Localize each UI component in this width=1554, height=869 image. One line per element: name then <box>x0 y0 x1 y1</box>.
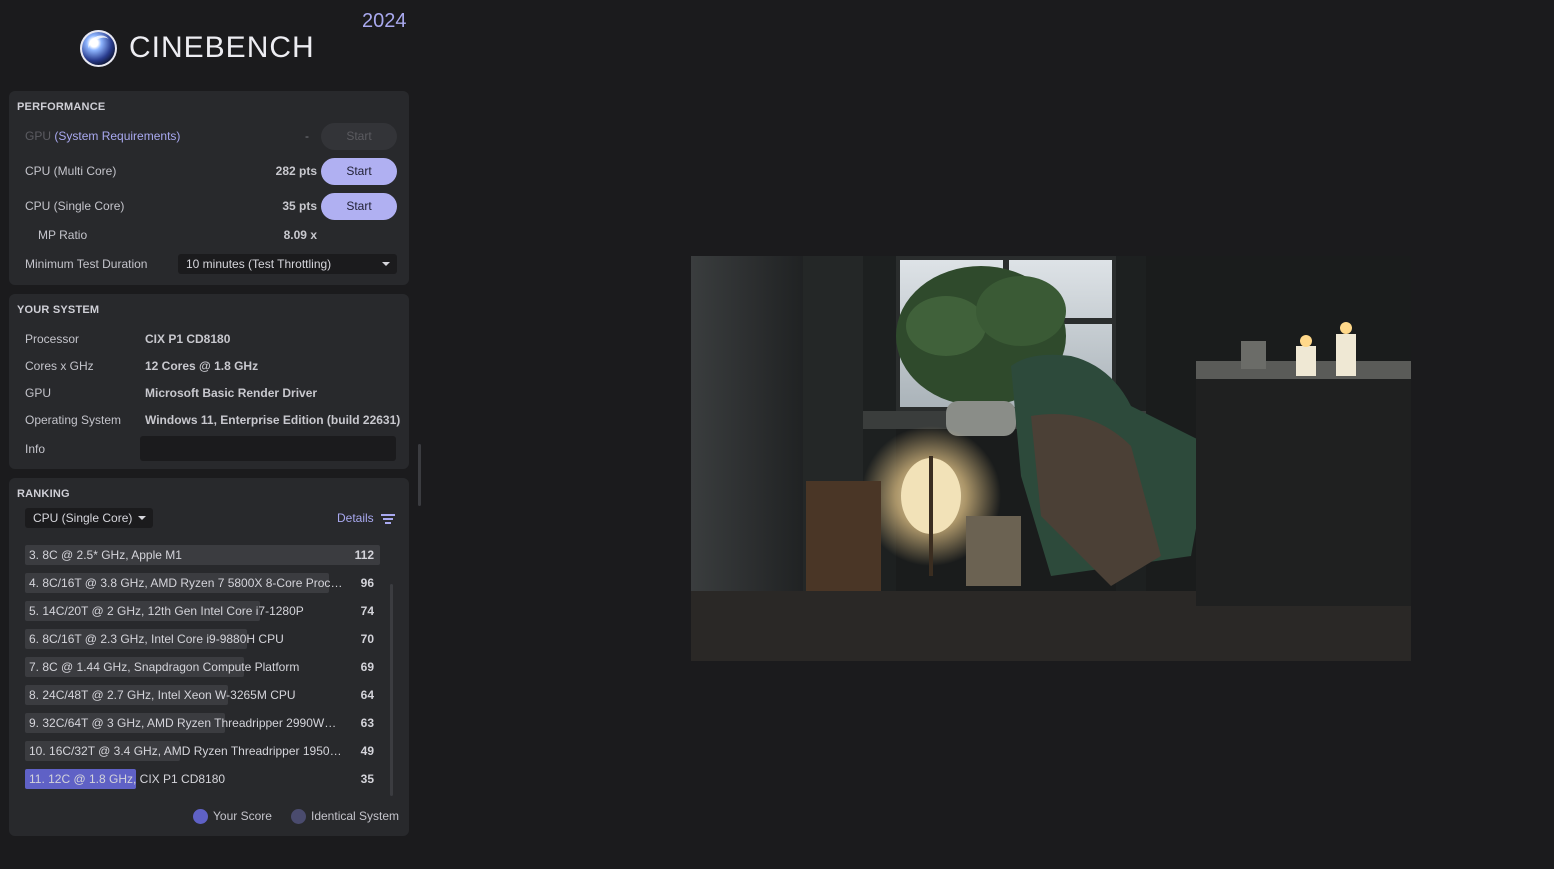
app-logo: CINEBENCH <box>80 28 315 68</box>
mp-ratio-label: MP Ratio <box>38 228 88 242</box>
ranking-row-label: 8. 24C/48T @ 2.7 GHz, Intel Xeon W-3265M… <box>29 688 296 702</box>
details-button[interactable]: Details <box>337 511 396 525</box>
sidebar-scrollbar[interactable] <box>418 444 421 506</box>
cpu-single-start-button[interactable]: Start <box>321 193 397 220</box>
ranking-row-label: 11. 12C @ 1.8 GHz, CIX P1 CD8180 <box>29 772 226 786</box>
min-duration-label: Minimum Test Duration <box>25 257 148 271</box>
ranking-row-score: 69 <box>360 660 374 674</box>
ranking-title: RANKING <box>17 488 70 500</box>
info-field[interactable] <box>140 436 396 461</box>
cores-value: 12 Cores @ 1.8 GHz <box>145 359 259 373</box>
ranking-row[interactable]: 9. 32C/64T @ 3 GHz, AMD Ryzen Threadripp… <box>25 713 382 733</box>
system-title: YOUR SYSTEM <box>17 304 100 316</box>
ranking-scrollbar[interactable] <box>390 584 393 796</box>
ranking-row-label: 5. 14C/20T @ 2 GHz, 12th Gen Intel Core … <box>29 604 304 618</box>
gpu-start-button[interactable]: Start <box>321 123 397 150</box>
render-scene <box>691 256 1411 661</box>
ranking-row[interactable]: 6. 8C/16T @ 2.3 GHz, Intel Core i9-9880H… <box>25 629 382 649</box>
min-duration-select[interactable]: 10 minutes (Test Throttling) <box>178 254 397 274</box>
ranking-row-label: 7. 8C @ 1.44 GHz, Snapdragon Compute Pla… <box>29 660 300 674</box>
gpu-label: GPU <box>25 386 52 400</box>
render-preview <box>691 256 1411 661</box>
cpu-single-label: CPU (Single Core) <box>25 199 125 213</box>
ranking-row-score: 49 <box>360 744 374 758</box>
ranking-panel: RANKING CPU (Single Core) Details 3. 8C … <box>9 478 409 836</box>
ranking-row-score: 74 <box>360 604 374 618</box>
ranking-row-label: 3. 8C @ 2.5* GHz, Apple M1 <box>29 548 182 562</box>
app-name: CINEBENCH <box>129 31 315 64</box>
chevron-down-icon <box>138 516 146 520</box>
ranking-row-score: 70 <box>360 632 374 646</box>
ranking-row[interactable]: 8. 24C/48T @ 2.7 GHz, Intel Xeon W-3265M… <box>25 685 382 705</box>
ranking-row-score: 63 <box>360 716 374 730</box>
ranking-row-label: 9. 32C/64T @ 3 GHz, AMD Ryzen Threadripp… <box>29 716 344 730</box>
your-score-legend: Your Score <box>213 809 272 823</box>
app-year: 2024 <box>362 10 407 32</box>
ranking-row[interactable]: 4. 8C/16T @ 3.8 GHz, AMD Ryzen 7 5800X 8… <box>25 573 382 593</box>
performance-panel: PERFORMANCE GPU (System Requirements) - … <box>9 91 409 285</box>
gpu-score: - <box>305 129 309 143</box>
ranking-row-label: 6. 8C/16T @ 2.3 GHz, Intel Core i9-9880H… <box>29 632 284 646</box>
cpu-multi-label: CPU (Multi Core) <box>25 164 117 178</box>
ranking-row[interactable]: 7. 8C @ 1.44 GHz, Snapdragon Compute Pla… <box>25 657 382 677</box>
cpu-multi-score: 282 pts <box>275 164 317 178</box>
cores-label: Cores x GHz <box>25 359 94 373</box>
system-panel: YOUR SYSTEM Processor CIX P1 CD8180 Core… <box>9 294 409 469</box>
filter-icon <box>381 513 396 524</box>
ranking-row-label: 4. 8C/16T @ 3.8 GHz, AMD Ryzen 7 5800X 8… <box>29 576 344 590</box>
ranking-row[interactable]: 5. 14C/20T @ 2 GHz, 12th Gen Intel Core … <box>25 601 382 621</box>
cinema4d-sphere-icon <box>80 29 117 67</box>
os-value: Windows 11, Enterprise Edition (build 22… <box>145 413 401 427</box>
details-label: Details <box>337 511 374 525</box>
gpu-label: GPU <box>25 129 52 143</box>
identical-system-legend: Identical System <box>311 809 400 823</box>
gpu-row-label: GPU (System Requirements) <box>25 129 180 143</box>
ranking-mode-select[interactable]: CPU (Single Core) <box>25 508 153 528</box>
processor-value: CIX P1 CD8180 <box>145 332 231 346</box>
your-score-dot <box>193 809 208 824</box>
ranking-row-score: 35 <box>360 772 374 786</box>
min-duration-value: 10 minutes (Test Throttling) <box>186 257 332 271</box>
system-requirements-link[interactable]: (System Requirements) <box>54 129 180 143</box>
processor-label: Processor <box>25 332 80 346</box>
performance-title: PERFORMANCE <box>17 101 106 113</box>
ranking-row-score: 64 <box>360 688 374 702</box>
ranking-mode-value: CPU (Single Core) <box>33 511 133 525</box>
gpu-value: Microsoft Basic Render Driver <box>145 386 318 400</box>
ranking-row-your-system[interactable]: 11. 12C @ 1.8 GHz, CIX P1 CD8180 35 <box>25 769 382 789</box>
ranking-row-label: 10. 16C/32T @ 3.4 GHz, AMD Ryzen Threadr… <box>29 744 344 758</box>
ranking-row[interactable]: 10. 16C/32T @ 3.4 GHz, AMD Ryzen Threadr… <box>25 741 382 761</box>
cpu-multi-start-button[interactable]: Start <box>321 158 397 185</box>
os-label: Operating System <box>25 413 122 427</box>
ranking-row-score: 112 <box>354 548 374 562</box>
mp-ratio-value: 8.09 x <box>283 228 317 242</box>
chevron-down-icon <box>382 262 390 266</box>
identical-system-dot <box>291 809 306 824</box>
cpu-single-score: 35 pts <box>282 199 317 213</box>
info-label: Info <box>25 442 46 456</box>
ranking-row-score: 96 <box>360 576 374 590</box>
ranking-row[interactable]: 3. 8C @ 2.5* GHz, Apple M1 112 <box>25 545 382 565</box>
